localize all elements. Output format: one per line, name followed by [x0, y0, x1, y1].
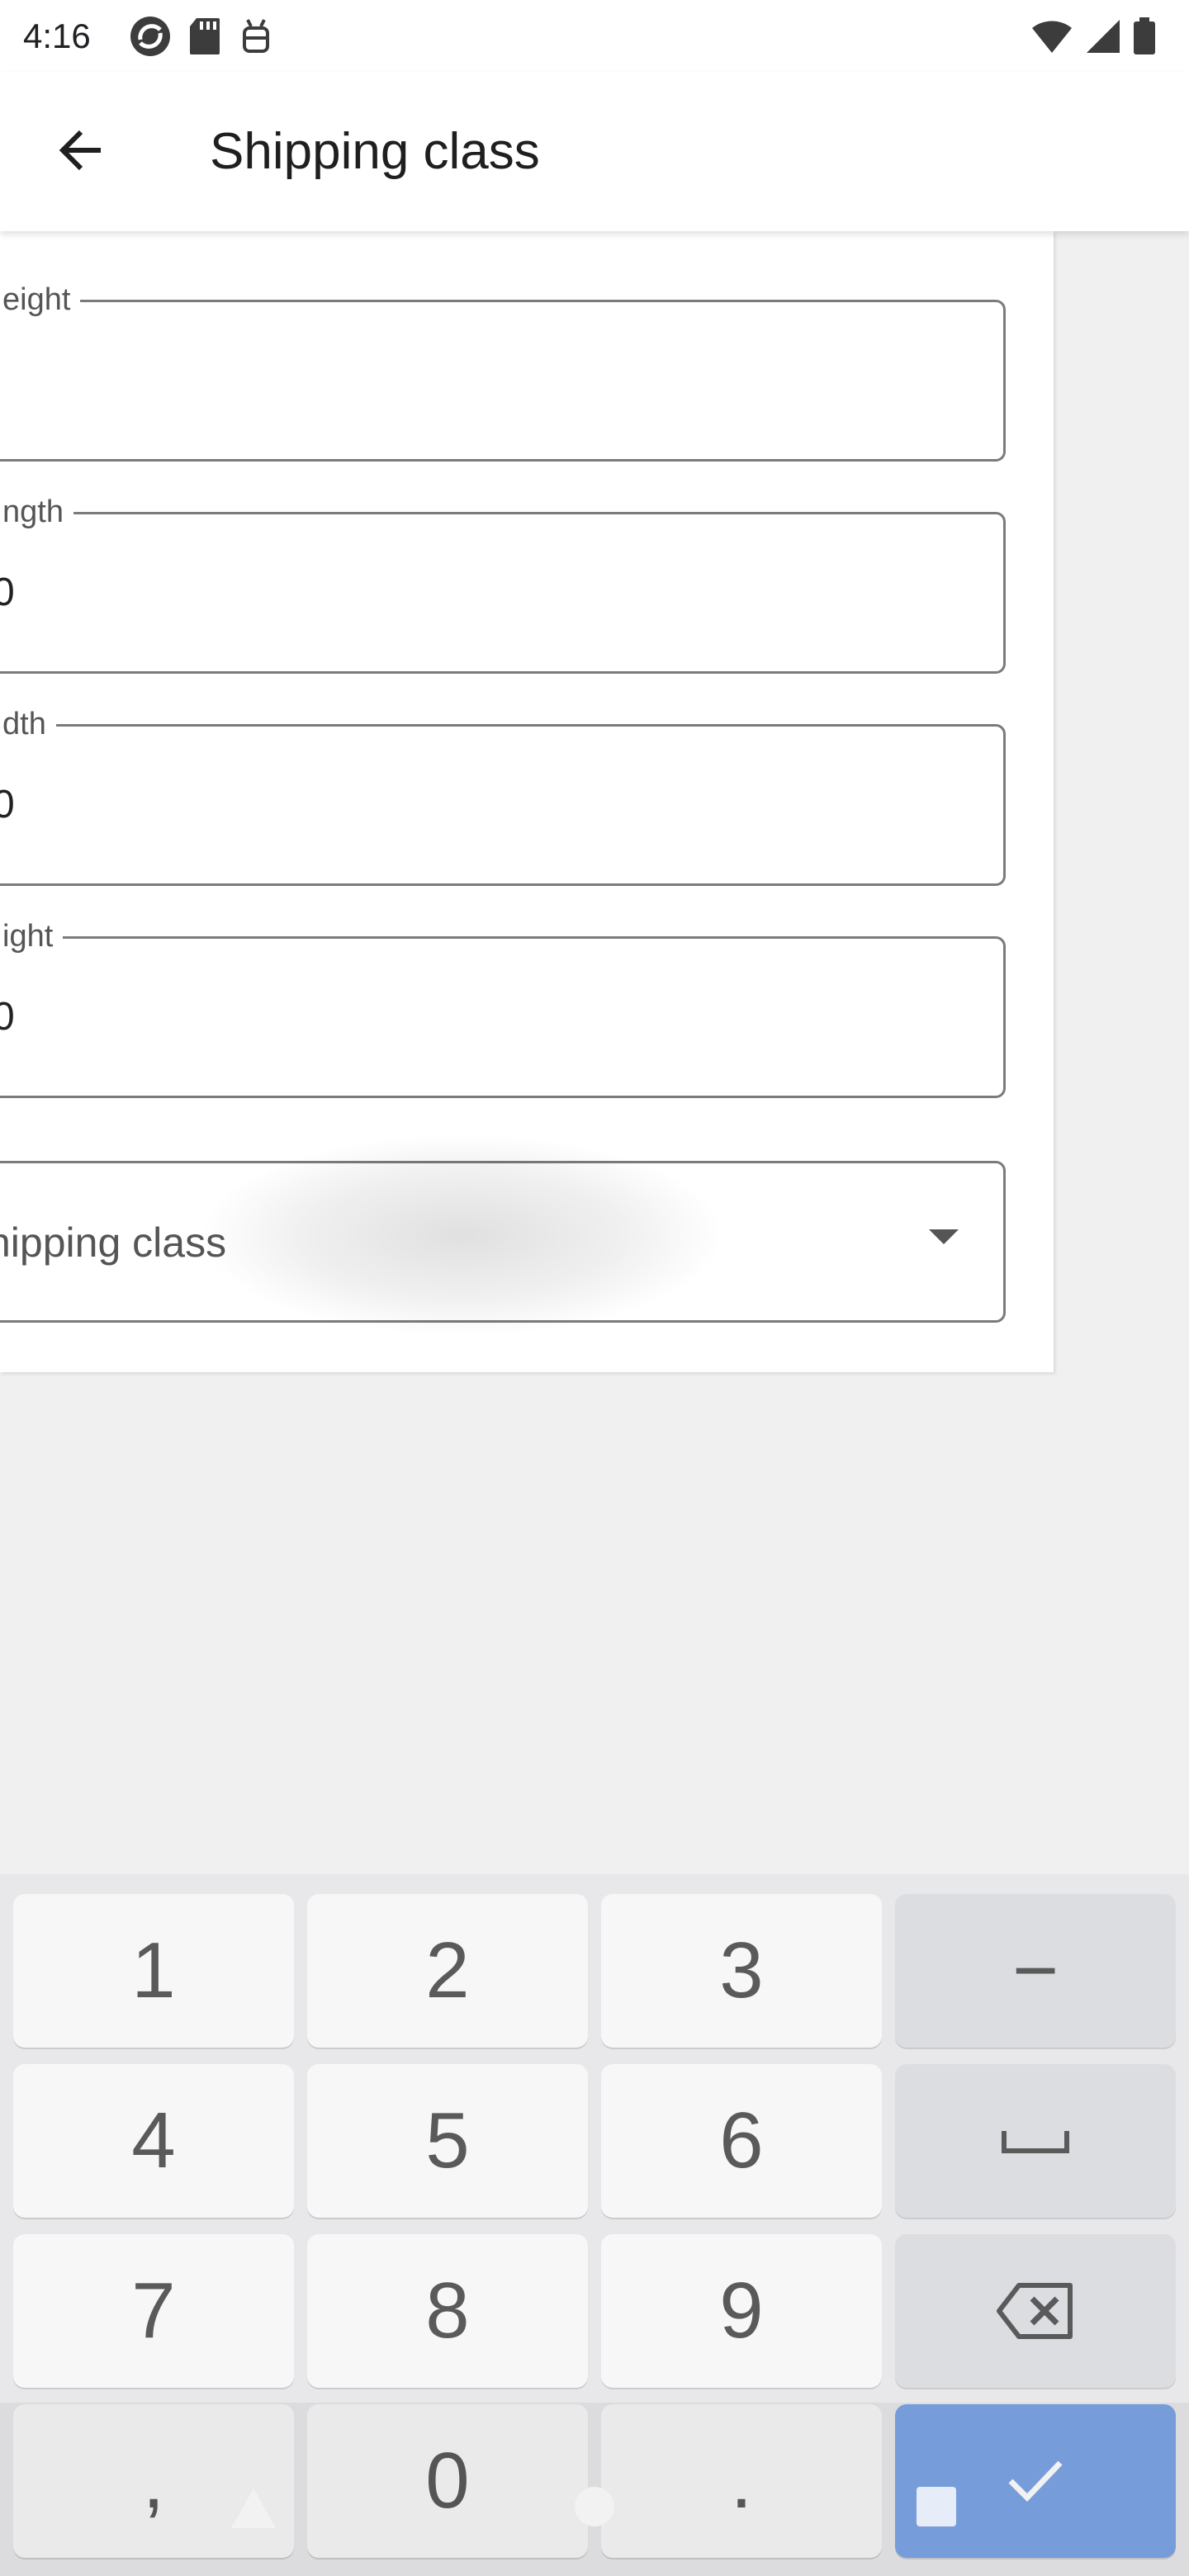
length-field[interactable]: ngth 0 [0, 491, 1006, 674]
weight-label: eight [0, 279, 81, 320]
backspace-icon [997, 2283, 1073, 2339]
nav-back-icon[interactable] [228, 2485, 279, 2531]
height-field[interactable]: ight 0 [0, 916, 1006, 1098]
width-value: 0 [0, 783, 15, 826]
dropdown-caret-icon [929, 1229, 959, 1244]
key-space[interactable] [895, 2064, 1176, 2218]
shipping-class-placeholder: hipping class [0, 1219, 227, 1266]
key-backspace[interactable] [895, 2234, 1176, 2388]
status-left-icons [129, 15, 274, 58]
nav-recents-icon[interactable] [915, 2485, 958, 2528]
arrow-left-icon [59, 130, 101, 171]
key-comma[interactable]: , [13, 2404, 294, 2558]
key-0[interactable]: 0 [307, 2404, 588, 2558]
key-8[interactable]: 8 [307, 2234, 588, 2388]
key-6[interactable]: 6 [601, 2064, 882, 2218]
length-value: 0 [0, 571, 15, 614]
status-right-icons [1030, 15, 1156, 58]
sd-card-icon [190, 18, 220, 54]
key-minus[interactable]: − [895, 1894, 1176, 2048]
length-label: ngth [0, 491, 73, 533]
app-bar: Shipping class [0, 73, 1189, 231]
key-4[interactable]: 4 [13, 2064, 294, 2218]
key-3[interactable]: 3 [601, 1894, 882, 2048]
key-2[interactable]: 2 [307, 1894, 588, 2048]
key-period[interactable]: . [601, 2404, 882, 2558]
numeric-keyboard: 1 2 3 − 4 5 6 7 8 9 , 0 . [0, 1874, 1189, 2576]
back-button[interactable] [41, 111, 121, 190]
key-9[interactable]: 9 [601, 2234, 882, 2388]
key-done[interactable] [895, 2404, 1176, 2558]
status-time: 4:16 [23, 17, 91, 55]
check-icon [1008, 2460, 1063, 2503]
page-title: Shipping class [210, 123, 540, 180]
battery-icon [1134, 17, 1155, 54]
width-label: dth [0, 703, 56, 745]
key-5[interactable]: 5 [307, 2064, 588, 2218]
key-1[interactable]: 1 [13, 1894, 294, 2048]
status-bar: 4:16 [0, 0, 1189, 73]
height-label: ight [0, 916, 64, 957]
android-debug-icon [243, 19, 269, 53]
cell-signal-icon [1087, 20, 1120, 53]
height-value: 0 [0, 995, 15, 1039]
dimensions-form: eight ngth 0 dth 0 ight 0 hipping class [0, 231, 1054, 1372]
weight-field[interactable]: eight [0, 279, 1006, 462]
shipping-class-dropdown[interactable]: hipping class [0, 1161, 1006, 1323]
sync-app-icon [130, 17, 170, 56]
space-icon [1002, 2131, 1069, 2153]
nav-home-icon[interactable] [573, 2485, 616, 2528]
key-7[interactable]: 7 [13, 2234, 294, 2388]
width-field[interactable]: dth 0 [0, 703, 1006, 886]
wifi-icon [1032, 21, 1072, 54]
